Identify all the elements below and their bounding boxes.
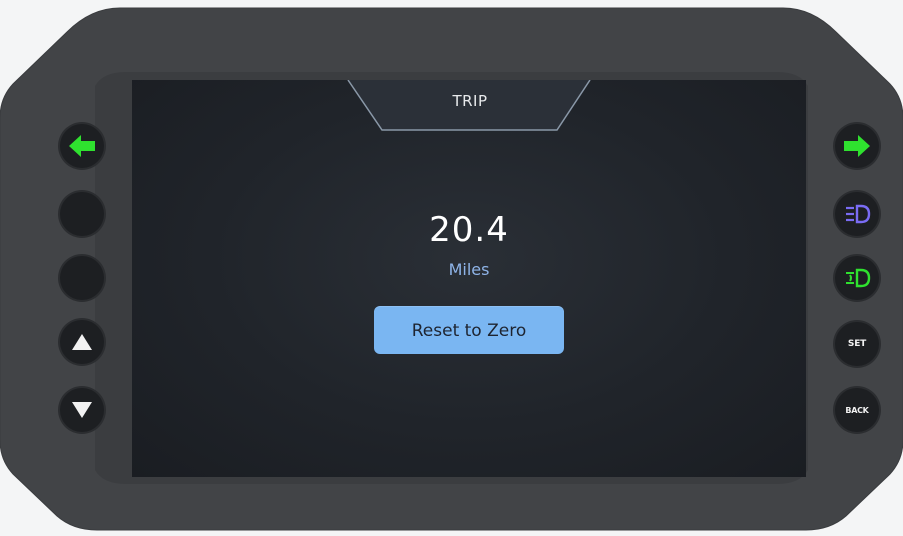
left-turn-button[interactable] [60, 124, 104, 168]
left-turn-arrow-icon [69, 135, 95, 157]
back-button-label: BACK [845, 405, 869, 415]
down-button[interactable] [60, 388, 104, 432]
triangle-up-icon [72, 334, 92, 350]
left-blank-button-1[interactable] [60, 192, 104, 236]
high-beam-button[interactable] [835, 192, 879, 236]
right-turn-button[interactable] [835, 124, 879, 168]
screen-title: TRIP [452, 92, 488, 110]
trip-distance-unit: Miles [448, 260, 490, 279]
reset-to-zero-button[interactable]: Reset to Zero [374, 306, 564, 354]
trip-distance-value: 20.4 [429, 210, 509, 250]
left-blank-button-2[interactable] [60, 256, 104, 300]
dashboard-display: TRIP 20.4 Miles Reset to Zero SET BACK [0, 0, 903, 536]
fog-light-button[interactable] [835, 256, 879, 300]
set-button[interactable]: SET [835, 322, 879, 366]
right-turn-arrow-icon [844, 135, 870, 157]
display-screen: TRIP 20.4 Miles Reset to Zero [132, 80, 806, 477]
triangle-down-icon [72, 402, 92, 418]
header-tab-frame [347, 80, 591, 131]
set-button-label: SET [847, 339, 867, 349]
up-button[interactable] [60, 320, 104, 364]
fog-light-icon [846, 268, 871, 288]
back-button[interactable]: BACK [835, 388, 879, 432]
headlight-icon [846, 204, 871, 224]
